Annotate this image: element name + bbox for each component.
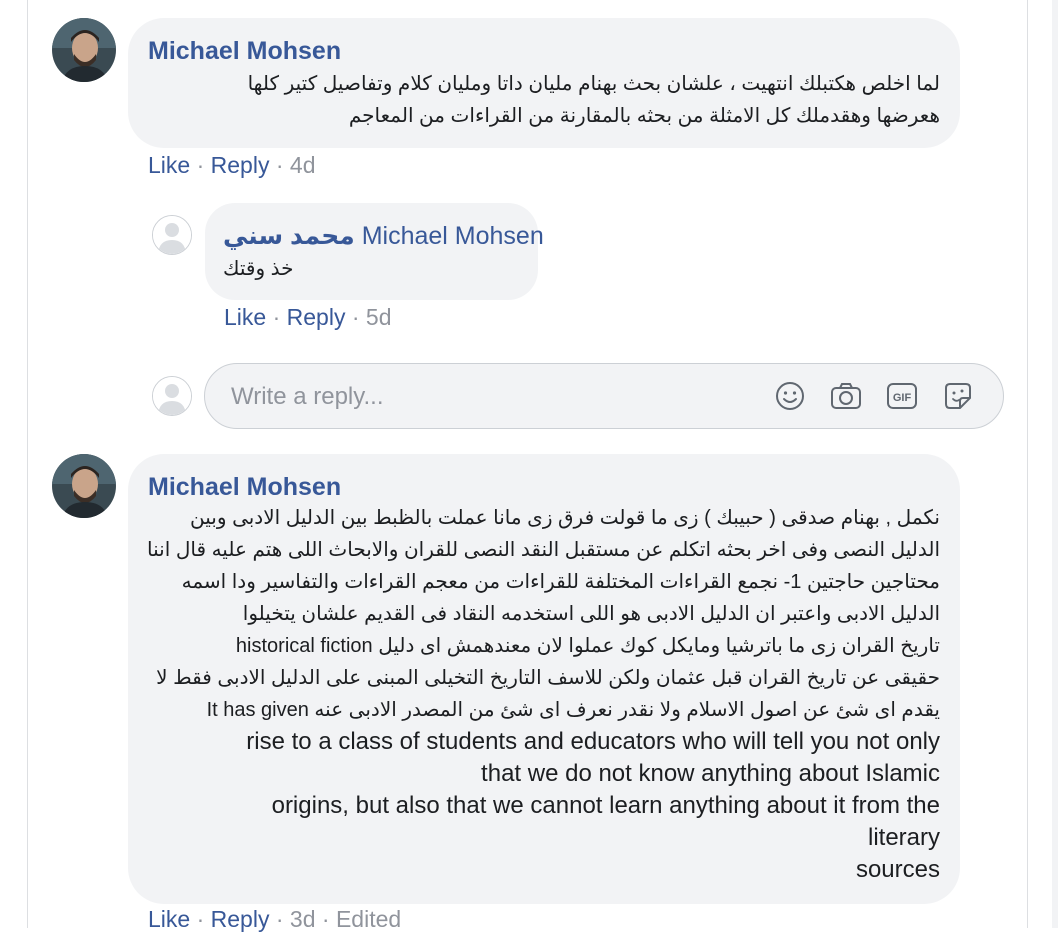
reply-header: محمد سني Michael Mohsen xyxy=(223,221,544,251)
profile-photo-icon xyxy=(52,454,116,518)
default-avatar-icon xyxy=(153,377,191,415)
comment-text-line: rise to a class of students and educator… xyxy=(246,728,940,755)
timestamp[interactable]: 4d xyxy=(290,152,316,178)
reply-actions: Like · Reply · 5d xyxy=(224,304,392,331)
comment-text-line: الدليل النصى وفى اخر بحثه اتكلم عن مستقب… xyxy=(147,539,940,561)
timestamp[interactable]: 3d xyxy=(290,906,316,932)
reply-input[interactable] xyxy=(229,378,753,416)
separator: · xyxy=(275,906,290,932)
reply-link[interactable]: Reply xyxy=(211,906,270,932)
comment-author[interactable]: Michael Mohsen xyxy=(148,37,341,66)
scroll-gutter xyxy=(1052,0,1058,928)
avatar[interactable] xyxy=(52,454,116,518)
comment-bubble: Michael Mohsen نكمل , بهنام صدقى ( حبيبك… xyxy=(128,454,960,904)
default-avatar-icon xyxy=(153,216,191,254)
sticker-icon[interactable] xyxy=(941,379,975,413)
comment-text-line: لما اخلص هكتبلك انتهيت ، علشان بحث بهنام… xyxy=(247,73,940,95)
comment-text-line: literary xyxy=(867,824,940,851)
comment-text-line: محتاجين حاجتين 1- نجمع القراءات المختلفة… xyxy=(181,571,940,593)
camera-icon[interactable] xyxy=(829,379,863,413)
feed-left-border xyxy=(27,0,28,928)
reply-author[interactable]: Michael Mohsen xyxy=(362,222,544,250)
comment-text: لما اخلص هكتبلك انتهيت ، علشان بحث بهنام… xyxy=(248,68,940,132)
emoji-icon[interactable] xyxy=(773,379,807,413)
comment-text-line: that we do not know anything about Islam… xyxy=(481,760,940,787)
reply-box[interactable]: GIF xyxy=(204,363,1004,429)
feed-right-border xyxy=(1027,0,1028,928)
comment-text-line: يقدم اى شئ عن اصول الاسلام ولا نقدر نعرف… xyxy=(206,699,940,721)
comment-text-line: حقيقى عن تاريخ القران قبل عثمان ولكن للا… xyxy=(156,667,940,689)
edited-label[interactable]: Edited xyxy=(336,906,401,932)
reply-link[interactable]: Reply xyxy=(211,152,270,178)
separator: · xyxy=(321,906,336,932)
like-link[interactable]: Like xyxy=(148,906,190,932)
avatar[interactable] xyxy=(152,215,192,255)
avatar xyxy=(152,376,192,416)
comment-actions: Like · Reply · 3d · Edited xyxy=(148,906,401,933)
timestamp[interactable]: 5d xyxy=(366,304,392,330)
gif-icon[interactable]: GIF xyxy=(885,379,919,413)
comment-text-line: origins, but also that we cannot learn a… xyxy=(271,792,940,819)
separator: · xyxy=(272,304,287,330)
comment-text-line: historical fiction تاريخ القران زى ما با… xyxy=(235,635,940,657)
comment-text-line: نكمل , بهنام صدقى ( حبيبك ) زى ما قولت ف… xyxy=(190,507,940,529)
avatar[interactable] xyxy=(52,18,116,82)
like-link[interactable]: Like xyxy=(148,152,190,178)
comment-text: نكمل , بهنام صدقى ( حبيبك ) زى ما قولت ف… xyxy=(147,502,940,886)
comment-text-line: هعرضها وهقدملك كل الامثلة من بحثه بالمقا… xyxy=(348,105,940,127)
mention-author[interactable]: محمد سني xyxy=(223,222,355,250)
gif-label: GIF xyxy=(893,392,912,404)
comment-bubble: Michael Mohsen لما اخلص هكتبلك انتهيت ، … xyxy=(128,18,960,148)
comment-text-line: الدليل الادبى واعتبر ان الدليل الادبى هو… xyxy=(242,603,940,625)
separator: · xyxy=(196,152,211,178)
reply-link[interactable]: Reply xyxy=(287,304,346,330)
like-link[interactable]: Like xyxy=(224,304,266,330)
separator: · xyxy=(351,304,366,330)
comment-text-line: sources xyxy=(855,856,940,883)
profile-photo-icon xyxy=(52,18,116,82)
reply-bubble: محمد سني Michael Mohsen خذ وقتك xyxy=(205,203,544,300)
separator: · xyxy=(275,152,290,178)
reply-text: خذ وقتك xyxy=(223,258,294,280)
comment-author[interactable]: Michael Mohsen xyxy=(148,473,341,502)
separator: · xyxy=(196,906,211,932)
comment-actions: Like · Reply · 4d xyxy=(148,152,316,179)
